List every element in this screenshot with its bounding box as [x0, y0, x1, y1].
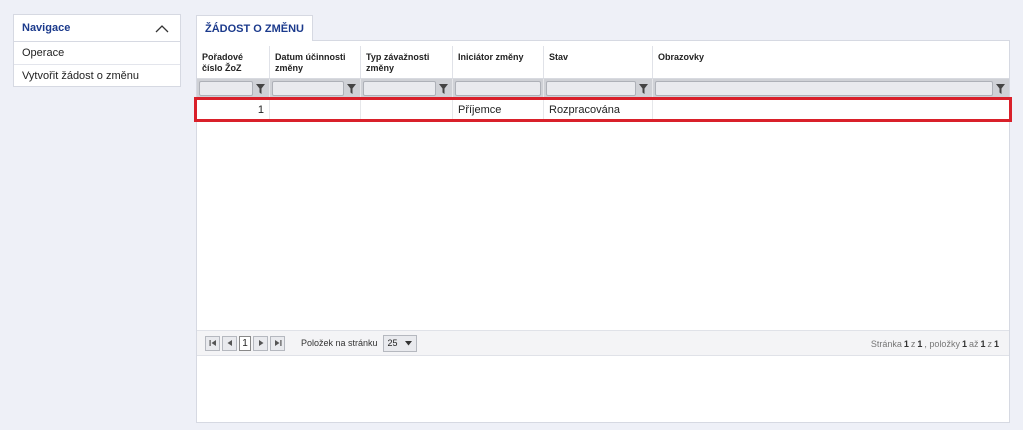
navigation-title: Navigace: [22, 22, 71, 34]
pager-info-to-word: až: [968, 339, 979, 349]
change-requests-grid: Pořadové číslo ŽoZ Datum účinnosti změny…: [194, 46, 1012, 122]
cell-effective-date: [270, 99, 361, 120]
caret-down-icon: [404, 338, 412, 348]
prev-page-icon[interactable]: [222, 335, 237, 351]
chevron-up-icon[interactable]: [154, 21, 170, 35]
pager-info-page-word: Stránka: [870, 339, 902, 349]
filter-cell: [653, 79, 1009, 98]
pager-info-of2: z: [987, 339, 992, 349]
table-row[interactable]: 1 Příjemce Rozpracována: [194, 97, 1012, 122]
nav-item-create-change-request[interactable]: Vytvořit žádost o změnu: [14, 64, 180, 86]
filter-cell: [361, 79, 453, 98]
pager-info-of: z: [910, 339, 916, 349]
pager-info: Stránka 1 z 1, položky 1 až 1 z 1: [871, 331, 1001, 357]
filter-cell: [270, 79, 361, 98]
funnel-icon[interactable]: [253, 81, 267, 96]
current-page-indicator[interactable]: 1: [239, 335, 251, 351]
next-page-icon[interactable]: [253, 335, 268, 351]
filter-input-effective-date[interactable]: [272, 81, 344, 96]
filter-cell: [544, 79, 653, 98]
filter-cell: [197, 79, 270, 98]
grid-header-row: Pořadové číslo ŽoZ Datum účinnosti změny…: [197, 46, 1009, 79]
first-page-icon[interactable]: [205, 335, 220, 351]
column-header-initiator[interactable]: Iniciátor změny: [453, 46, 544, 78]
filter-input-screens[interactable]: [655, 81, 993, 96]
page-size-label: Položek na stránku: [301, 338, 378, 348]
column-header-screens[interactable]: Obrazovky: [653, 46, 1009, 78]
filter-cell: [453, 79, 544, 98]
column-header-effective-date[interactable]: Datum účinnosti změny: [270, 46, 361, 78]
main-panel: Pořadové číslo ŽoZ Datum účinnosti změny…: [194, 40, 1012, 423]
pager-info-from: 1: [961, 339, 967, 349]
funnel-icon[interactable]: [436, 81, 450, 96]
filter-input-order-number[interactable]: [199, 81, 253, 96]
column-header-order-number[interactable]: Pořadové číslo ŽoZ: [197, 46, 270, 78]
pager-info-to: 1: [980, 339, 986, 349]
column-header-status[interactable]: Stav: [544, 46, 653, 78]
cell-initiator: Příjemce: [453, 99, 544, 120]
filter-input-severity-type[interactable]: [363, 81, 436, 96]
filter-input-initiator[interactable]: [455, 81, 541, 96]
pager-info-page: 1: [903, 339, 909, 349]
funnel-icon[interactable]: [993, 81, 1007, 96]
funnel-icon[interactable]: [344, 81, 358, 96]
cell-severity-type: [361, 99, 453, 120]
pager-info-items-word: položky: [929, 339, 960, 349]
pager-info-pages: 1: [917, 339, 923, 349]
nav-item-operace[interactable]: Operace: [14, 42, 180, 64]
column-header-severity-type[interactable]: Typ závažnosti změny: [361, 46, 453, 78]
navigation-panel: Navigace Operace Vytvořit žádost o změnu: [13, 14, 181, 87]
last-page-icon[interactable]: [270, 335, 285, 351]
grid-filter-row: [197, 79, 1009, 99]
cell-status: Rozpracována: [544, 99, 653, 120]
funnel-icon[interactable]: [636, 81, 650, 96]
tab-label: ŽÁDOST O ZMĚNU: [205, 22, 304, 35]
page-size-select[interactable]: 25: [382, 334, 417, 352]
navigation-header[interactable]: Navigace: [14, 15, 180, 42]
cell-screens: [653, 99, 1009, 120]
pager: 1 Položek na stránku 25 Stránka 1 z 1, p…: [197, 330, 1009, 356]
page-size-value: 25: [387, 338, 398, 348]
cell-order-number: 1: [197, 99, 270, 120]
tab-change-request[interactable]: ŽÁDOST O ZMĚNU: [196, 15, 313, 41]
filter-input-status[interactable]: [546, 81, 636, 96]
pager-info-total: 1: [993, 339, 999, 349]
